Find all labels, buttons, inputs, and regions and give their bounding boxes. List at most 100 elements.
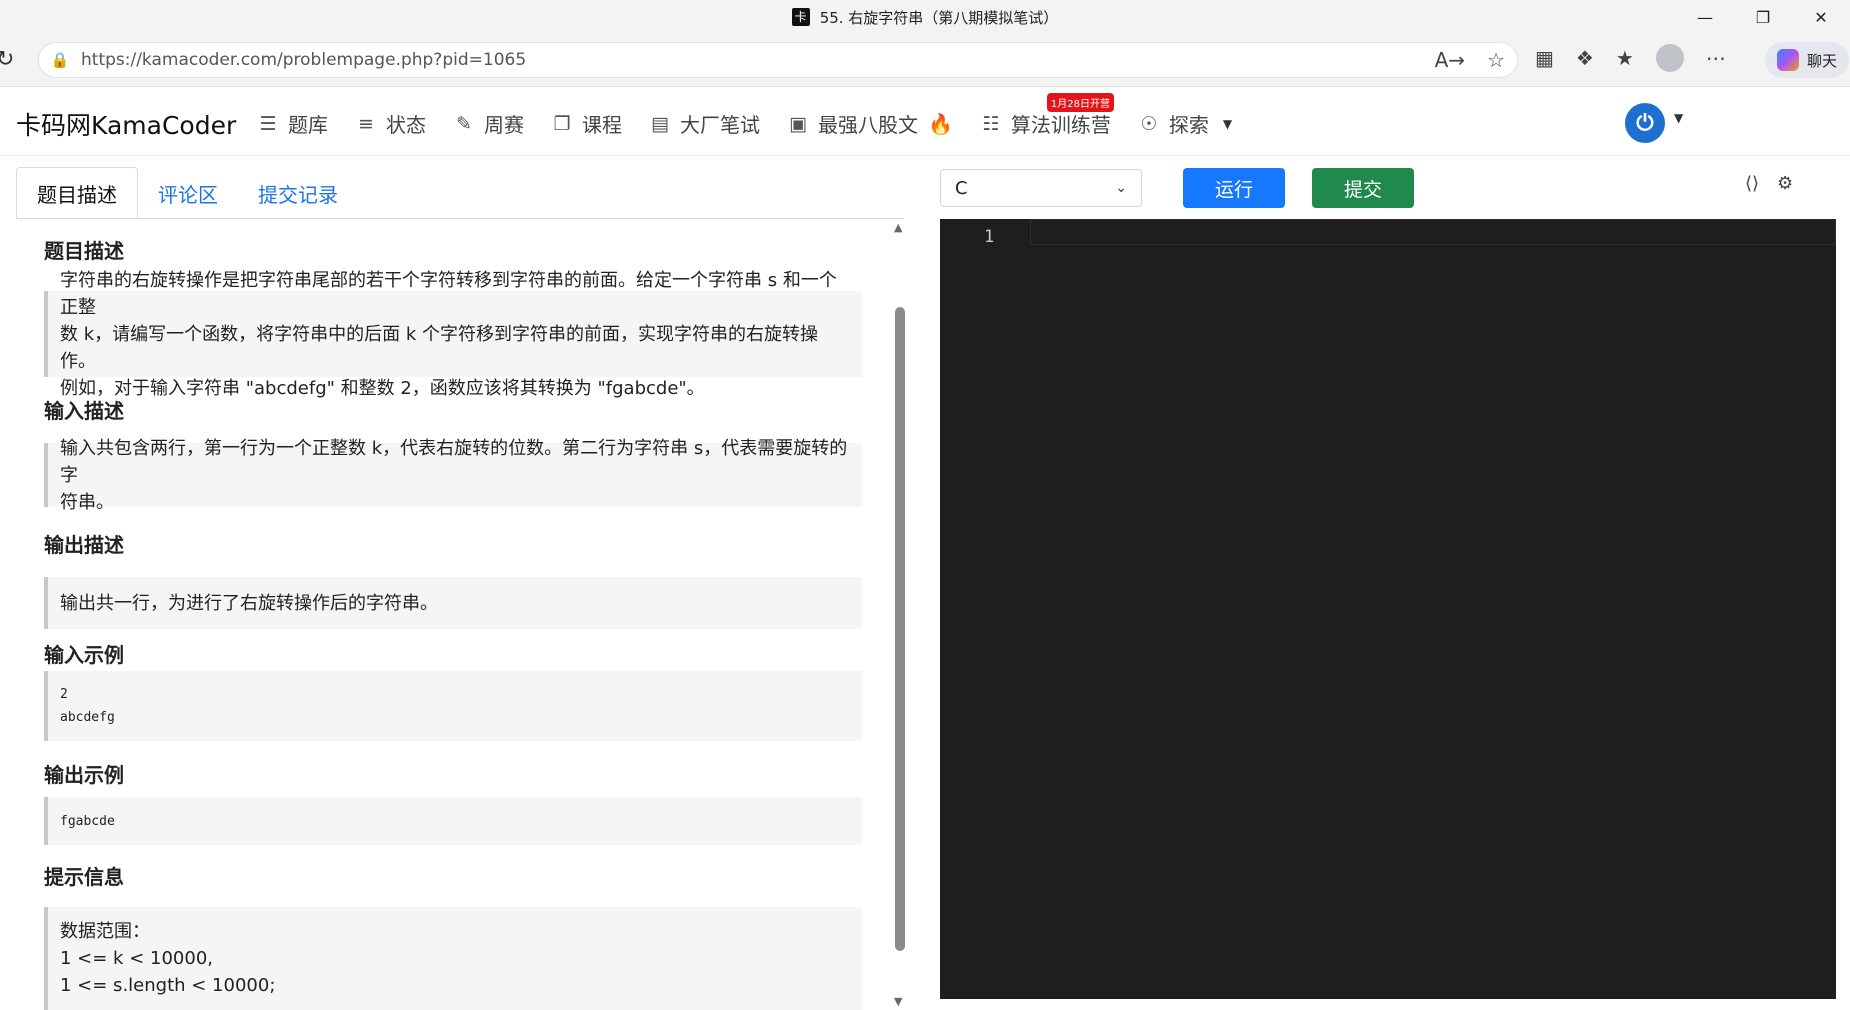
- code-line: abcdefg: [60, 710, 115, 725]
- section-body-sample-output: fgabcde: [44, 797, 862, 845]
- code-editor[interactable]: 1: [940, 219, 1836, 999]
- nav-item-status[interactable]: ≡ 状态: [356, 109, 426, 138]
- settings-gear-icon[interactable]: ⚙: [1777, 173, 1793, 194]
- document-icon: ▤: [651, 112, 669, 135]
- code-line: 2: [60, 687, 68, 702]
- section-title-input: 输入描述: [44, 399, 124, 423]
- fire-icon: 🔥: [928, 111, 953, 136]
- nav-label: 状态: [386, 113, 426, 137]
- line-number: 1: [984, 227, 995, 247]
- scroll-down-icon[interactable]: ▼: [894, 995, 902, 1008]
- chat-button[interactable]: 聊天: [1765, 42, 1849, 78]
- text-line: 1 <= k < 10000,: [60, 948, 213, 969]
- site-brand[interactable]: 卡码网KamaCoder: [16, 106, 236, 142]
- nav-item-explore[interactable]: ☉ 探索 ▼: [1139, 109, 1232, 138]
- read-aloud-icon[interactable]: A→: [1435, 48, 1465, 72]
- section-body-input: 输入共包含两行，第一行为一个正整数 k，代表右旋转的位数。第二行为字符串 s，代…: [44, 438, 862, 513]
- nav-label: 大厂笔试: [680, 113, 760, 137]
- section-title-sample-output: 输出示例: [44, 763, 124, 787]
- user-menu-power-icon[interactable]: ⏻: [1625, 103, 1665, 143]
- section-title-sample-input: 输入示例: [44, 643, 124, 667]
- text-line: 字符串的右旋转操作是把字符串尾部的若干个字符转移到字符串的前面。给定一个字符串 …: [60, 269, 837, 318]
- copilot-icon: [1776, 49, 1799, 71]
- tab-description[interactable]: 题目描述: [16, 167, 138, 219]
- site-favicon-icon: 卡: [791, 8, 810, 26]
- section-body-sample-input: 2 abcdefg: [44, 671, 862, 741]
- text-line: 例如，对于输入字符串 "abcdefg" 和整数 2，函数应该将其转换为 "fg…: [60, 377, 705, 399]
- minimize-icon[interactable]: —: [1676, 0, 1734, 34]
- section-title-output: 输出描述: [44, 533, 124, 557]
- nav-item-weekly-contest[interactable]: ✎ 周赛: [454, 109, 524, 138]
- editor-toolbar: ⟨⟩ ⚙: [1745, 173, 1793, 194]
- section-body-description: 字符串的右旋转操作是把字符串尾部的若干个字符转移到字符串的前面。给定一个字符串 …: [44, 270, 862, 399]
- section-body-output: 输出共一行，为进行了右旋转操作后的字符串。: [44, 577, 862, 629]
- chevron-down-icon: ⌄: [1115, 180, 1127, 196]
- nav-label: 算法训练营: [1010, 113, 1111, 137]
- text-line: 符串。: [60, 491, 114, 513]
- text-line: 1 <= s.length < 10000;: [60, 975, 276, 996]
- more-icon[interactable]: ⋯: [1706, 46, 1726, 70]
- favorite-star-icon[interactable]: ☆: [1487, 48, 1505, 72]
- problem-panel: 题目描述 评论区 提交记录 题目描述 字符串的右旋转操作是把字符串尾部的若干个字…: [0, 157, 920, 1010]
- section-title-description: 题目描述: [44, 239, 124, 263]
- nav-label: 最强八股文: [818, 113, 918, 137]
- nav-label: 探索: [1168, 113, 1209, 137]
- language-value: C: [955, 177, 968, 199]
- editor-panel: C ⌄ 运行 提交 ⟨⟩ ⚙ 1: [940, 157, 1850, 1010]
- list-icon: ☰: [259, 112, 277, 135]
- chat-label: 聊天: [1806, 51, 1837, 70]
- camp-start-badge: 1月28日开营: [1046, 93, 1114, 112]
- nav-item-interview-notes[interactable]: ▣ 最强八股文 🔥: [788, 109, 953, 138]
- chevron-down-icon: ▼: [1222, 116, 1233, 131]
- nav-label: 周赛: [484, 113, 524, 137]
- restore-icon[interactable]: ❐: [1734, 0, 1792, 34]
- window-titlebar: 卡 55. 右旋字符串（第八期模拟笔试） — ❐ ✕: [0, 0, 1850, 34]
- extensions-icon[interactable]: ❖: [1576, 46, 1594, 70]
- text-line: 数 k，请编写一个函数，将字符串中的后面 k 个字符移到字符串的前面，实现字符串…: [60, 323, 819, 372]
- window-title-text: 55. 右旋字符串（第八期模拟笔试）: [819, 8, 1059, 27]
- browser-toolbar: ▦ ❖ ★ ⋯: [1535, 44, 1726, 72]
- status-list-icon: ≡: [358, 112, 374, 135]
- compass-icon: ☉: [1140, 112, 1158, 135]
- window-controls: — ❐ ✕: [1676, 0, 1850, 34]
- profile-avatar[interactable]: [1655, 44, 1684, 72]
- scroll-up-icon[interactable]: ▲: [894, 221, 902, 234]
- run-button[interactable]: 运行: [1183, 168, 1285, 208]
- lock-icon[interactable]: 🔒: [49, 51, 71, 69]
- text-line: 输出共一行，为进行了右旋转操作后的字符串。: [60, 592, 438, 614]
- main-nav: ☰ 题库 ≡ 状态 ✎ 周赛 ❐ 课程 ▤ 大厂笔试 ▣ 最强八股文 🔥 ☷ 算…: [258, 93, 1232, 138]
- book-icon: ❐: [553, 112, 571, 135]
- language-select[interactable]: C ⌄: [940, 169, 1142, 207]
- site-navbar: 卡码网KamaCoder ☰ 题库 ≡ 状态 ✎ 周赛 ❐ 课程 ▤ 大厂笔试 …: [0, 86, 1850, 156]
- text-line: 数据范围：: [60, 921, 150, 942]
- favorites-icon[interactable]: ★: [1616, 46, 1634, 70]
- user-menu-chevron-down-icon[interactable]: ▼: [1674, 111, 1683, 125]
- scrollbar-thumb[interactable]: [895, 307, 905, 951]
- pencil-icon: ✎: [456, 112, 472, 135]
- nav-item-problems[interactable]: ☰ 题库: [258, 109, 328, 138]
- url-actions: A→ ☆: [1435, 48, 1505, 72]
- qr-code-icon[interactable]: ▦: [1535, 46, 1554, 70]
- code-line: fgabcde: [60, 813, 115, 829]
- calendar-icon: ☷: [982, 112, 1000, 135]
- problem-scrollbar[interactable]: ▲ ▼: [893, 219, 907, 1010]
- tab-submissions[interactable]: 提交记录: [238, 167, 358, 219]
- submit-button[interactable]: 提交: [1312, 168, 1414, 208]
- window-title: 卡 55. 右旋字符串（第八期模拟笔试）: [791, 7, 1059, 28]
- code-format-icon[interactable]: ⟨⟩: [1745, 173, 1759, 194]
- section-body-hints: 数据范围： 1 <= k < 10000, 1 <= s.length < 10…: [44, 907, 862, 1010]
- close-icon[interactable]: ✕: [1792, 0, 1850, 34]
- nav-item-courses[interactable]: ❐ 课程: [552, 109, 622, 138]
- nav-item-training-camp[interactable]: ☷ 算法训练营 1月28日开营: [981, 93, 1114, 138]
- reload-icon[interactable]: ↻: [0, 47, 14, 72]
- section-title-hints: 提示信息: [44, 865, 124, 889]
- nav-item-company-tests[interactable]: ▤ 大厂笔试: [650, 109, 760, 138]
- code-file-icon: ▣: [789, 112, 807, 135]
- problem-content: 题目描述 字符串的右旋转操作是把字符串尾部的若干个字符转移到字符串的前面。给定一…: [44, 219, 864, 1010]
- nav-label: 题库: [288, 113, 328, 137]
- url-text[interactable]: https://kamacoder.com/problempage.php?pi…: [81, 50, 526, 70]
- problem-tabs: 题目描述 评论区 提交记录: [16, 167, 358, 219]
- tab-comments[interactable]: 评论区: [138, 167, 238, 219]
- url-box[interactable]: 🔒 https://kamacoder.com/problempage.php?…: [38, 42, 1518, 78]
- text-line: 输入共包含两行，第一行为一个正整数 k，代表右旋转的位数。第二行为字符串 s，代…: [60, 437, 848, 486]
